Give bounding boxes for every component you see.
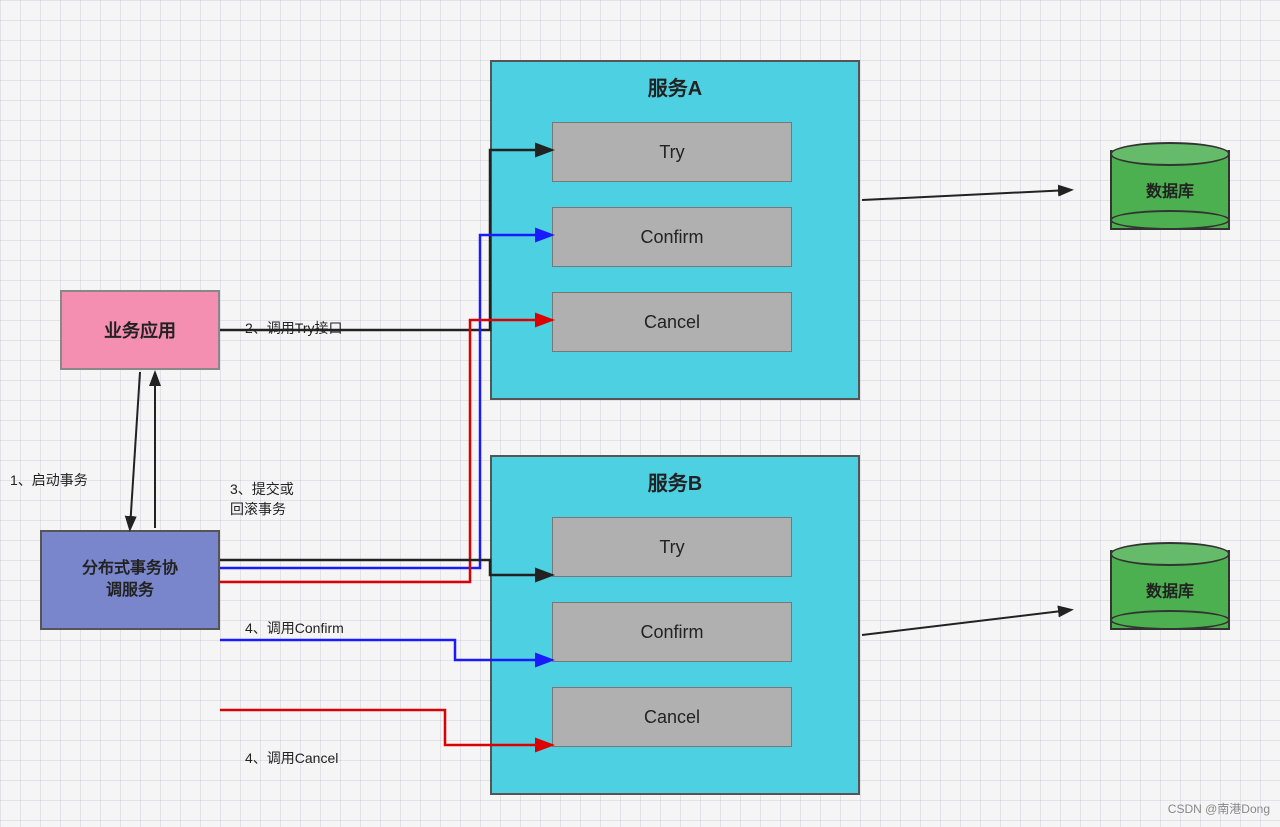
label-call-confirm: 4、调用Confirm — [245, 618, 344, 638]
service-b-label: 服务B — [492, 457, 858, 501]
db-b-top — [1110, 542, 1230, 566]
service-a-label: 服务A — [492, 62, 858, 106]
label-start-event: 1、启动事务 — [10, 470, 88, 490]
db-a-top — [1110, 142, 1230, 166]
diagram-container: 业务应用 分布式事务协调服务 服务A Try Confirm Cancel 服务… — [0, 0, 1280, 827]
db-a-container: 数据库 — [1110, 130, 1230, 230]
service-a-cancel: Cancel — [552, 292, 792, 352]
db-b-label: 数据库 — [1146, 578, 1194, 602]
service-a-try: Try — [552, 122, 792, 182]
watermark: CSDN @南港Dong — [1168, 800, 1270, 817]
biz-app-box: 业务应用 — [60, 290, 220, 370]
dtc-label: 分布式事务协调服务 — [82, 558, 178, 603]
db-a-cylinder: 数据库 — [1110, 130, 1230, 230]
label-call-try: 2、调用Try接口 — [245, 318, 342, 338]
service-b-try: Try — [552, 517, 792, 577]
db-a-label: 数据库 — [1146, 178, 1194, 202]
db-b-container: 数据库 — [1110, 530, 1230, 630]
label-commit-rollback: 3、提交或回滚事务 — [230, 480, 294, 519]
biz-app-label: 业务应用 — [104, 317, 176, 343]
db-a-bottom — [1110, 210, 1230, 230]
service-b-box: 服务B Try Confirm Cancel — [490, 455, 860, 795]
service-a-box: 服务A Try Confirm Cancel — [490, 60, 860, 400]
service-b-cancel: Cancel — [552, 687, 792, 747]
label-call-cancel: 4、调用Cancel — [245, 748, 338, 768]
service-b-confirm: Confirm — [552, 602, 792, 662]
db-b-cylinder: 数据库 — [1110, 530, 1230, 630]
db-b-bottom — [1110, 610, 1230, 630]
dtc-box: 分布式事务协调服务 — [40, 530, 220, 630]
service-a-confirm: Confirm — [552, 207, 792, 267]
